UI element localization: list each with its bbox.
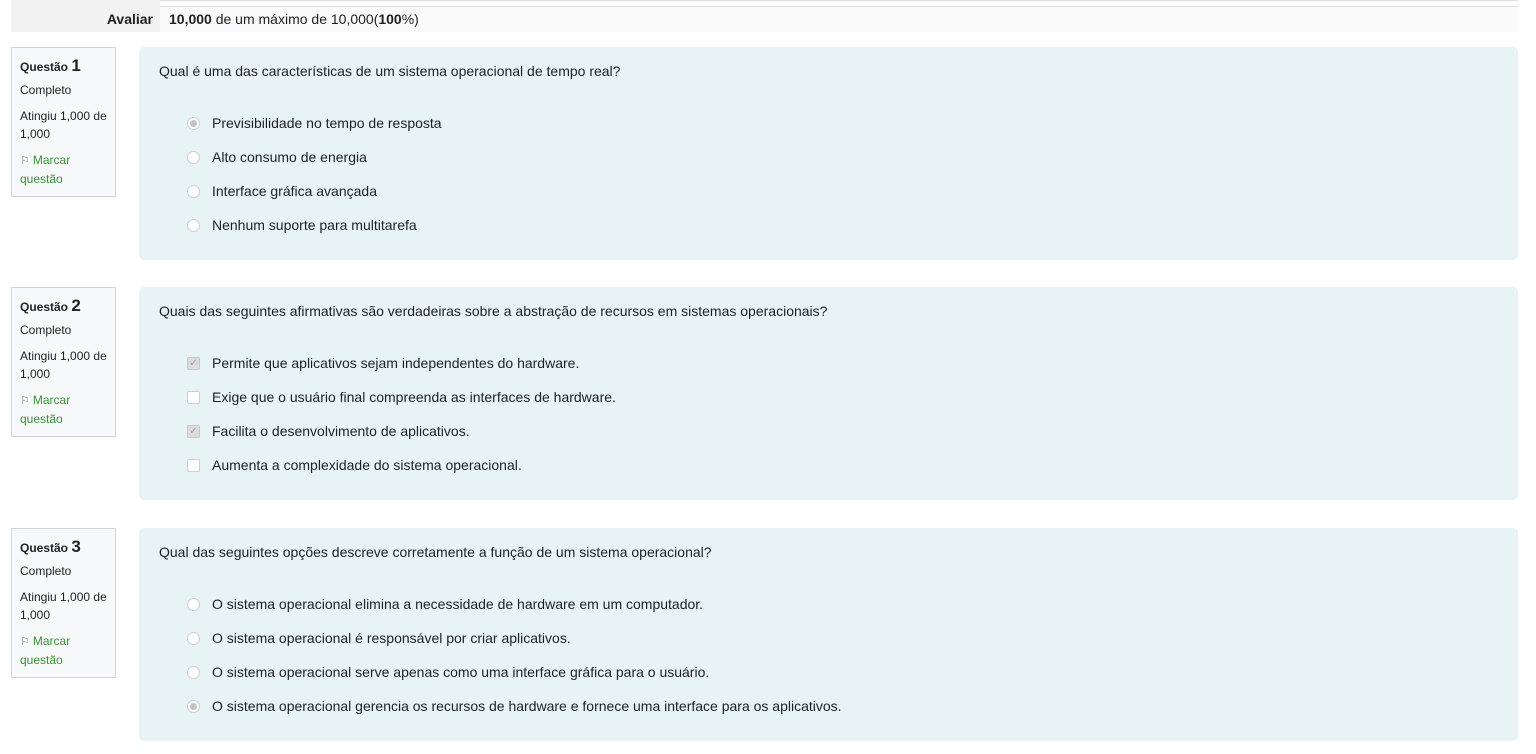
question-number-value: 3 bbox=[71, 537, 81, 556]
grade-label: Avaliar bbox=[11, 7, 160, 32]
answer-option-label: Exige que o usuário final compreenda as … bbox=[212, 389, 616, 405]
answer-option-label: O sistema operacional gerencia os recurs… bbox=[212, 698, 842, 714]
question-grade: Atingiu 1,000 de 1,000 bbox=[20, 590, 107, 622]
question-3-info: Questão 3 Completo Atingiu 1,000 de 1,00… bbox=[11, 528, 116, 678]
grade-value: 10,000 de um máximo de 10,000(100%) bbox=[160, 7, 1518, 32]
answer-option-label: Facilita o desenvolvimento de aplicativo… bbox=[212, 423, 470, 439]
question-1-info: Questão 1 Completo Atingiu 1,000 de 1,00… bbox=[11, 47, 116, 197]
answer-option-label: O sistema operacional elimina a necessid… bbox=[212, 596, 704, 612]
radio-button[interactable] bbox=[187, 218, 200, 232]
answer-option[interactable]: ✓ Facilita o desenvolvimento de aplicativ… bbox=[159, 414, 1498, 448]
question-state: Completo bbox=[20, 323, 72, 337]
grade-score: 10,000 bbox=[169, 11, 212, 27]
answer-option[interactable]: Aumenta a complexidade do sistema operac… bbox=[159, 448, 1498, 482]
radio-button[interactable] bbox=[187, 184, 200, 198]
checkbox[interactable] bbox=[187, 390, 200, 404]
question-grade: Atingiu 1,000 de 1,000 bbox=[20, 349, 107, 381]
radio-button[interactable] bbox=[187, 150, 200, 164]
answer-list: ✓ Permite que aplicativos sejam independe… bbox=[159, 346, 1498, 482]
question-number: Questão 3 bbox=[20, 537, 107, 558]
question-3-content: Qual das seguintes opções descreve corre… bbox=[139, 528, 1518, 741]
question-text: Qual é uma das características de um sis… bbox=[159, 63, 621, 79]
grade-percent-suffix: %) bbox=[401, 11, 419, 27]
question-2-info: Questão 2 Completo Atingiu 1,000 de 1,00… bbox=[11, 287, 116, 437]
answer-option[interactable]: Nenhum suporte para multitarefa bbox=[159, 208, 1498, 242]
flag-icon: ⚐ bbox=[20, 395, 30, 407]
answer-option-label: O sistema operacional serve apenas como … bbox=[212, 664, 710, 680]
radio-button[interactable] bbox=[187, 116, 200, 130]
question-1-content: Qual é uma das características de um sis… bbox=[139, 47, 1518, 260]
answer-option[interactable]: Interface gráfica avançada bbox=[159, 174, 1498, 208]
answer-option[interactable]: O sistema operacional elimina a necessid… bbox=[159, 587, 1498, 621]
question-text: Qual das seguintes opções descreve corre… bbox=[159, 544, 712, 560]
radio-button[interactable] bbox=[187, 699, 200, 713]
question-number-value: 1 bbox=[71, 56, 81, 75]
flag-icon: ⚐ bbox=[20, 155, 30, 167]
question-label: Questão bbox=[20, 60, 69, 74]
summary-previous-row bbox=[11, 0, 1518, 7]
summary-grade-row: Avaliar 10,000 de um máximo de 10,000(10… bbox=[11, 7, 1518, 32]
answer-list: Previsibilidade no tempo de resposta Alt… bbox=[159, 106, 1498, 242]
answer-option-label: Aumenta a complexidade do sistema operac… bbox=[212, 457, 522, 473]
answer-option-label: Interface gráfica avançada bbox=[212, 183, 377, 199]
answer-option-label: Alto consumo de energia bbox=[212, 149, 367, 165]
flag-icon: ⚐ bbox=[20, 636, 30, 648]
answer-option[interactable]: Exige que o usuário final compreenda as … bbox=[159, 380, 1498, 414]
answer-option[interactable]: O sistema operacional gerencia os recurs… bbox=[159, 689, 1498, 723]
flag-question-link[interactable]: ⚐ Marcar questão bbox=[20, 151, 107, 188]
answer-option[interactable]: Alto consumo de energia bbox=[159, 140, 1498, 174]
review-summary-table: Avaliar 10,000 de um máximo de 10,000(10… bbox=[11, 0, 1518, 32]
flag-question-link[interactable]: ⚐ Marcar questão bbox=[20, 632, 107, 669]
question-number: Questão 2 bbox=[20, 296, 107, 317]
radio-button[interactable] bbox=[187, 665, 200, 679]
question-label: Questão bbox=[20, 541, 69, 555]
question-grade: Atingiu 1,000 de 1,000 bbox=[20, 109, 107, 141]
question-2-content: Quais das seguintes afirmativas são verd… bbox=[139, 287, 1518, 500]
answer-option[interactable]: O sistema operacional serve apenas como … bbox=[159, 655, 1498, 689]
answer-option-label: Nenhum suporte para multitarefa bbox=[212, 217, 417, 233]
radio-button[interactable] bbox=[187, 597, 200, 611]
question-label: Questão bbox=[20, 300, 69, 314]
question-number-value: 2 bbox=[71, 296, 81, 315]
summary-previous-header bbox=[11, 0, 160, 7]
checkbox[interactable]: ✓ bbox=[187, 424, 200, 438]
flag-question-link[interactable]: ⚐ Marcar questão bbox=[20, 391, 107, 428]
answer-option[interactable]: Previsibilidade no tempo de resposta bbox=[159, 106, 1498, 140]
radio-button[interactable] bbox=[187, 631, 200, 645]
question-text: Quais das seguintes afirmativas são verd… bbox=[159, 303, 828, 319]
question-number: Questão 1 bbox=[20, 56, 107, 77]
answer-option[interactable]: ✓ Permite que aplicativos sejam independe… bbox=[159, 346, 1498, 380]
answer-option-label: Previsibilidade no tempo de resposta bbox=[212, 115, 442, 131]
answer-option-label: O sistema operacional é responsável por … bbox=[212, 630, 571, 646]
answer-option[interactable]: O sistema operacional é responsável por … bbox=[159, 621, 1498, 655]
checkbox[interactable] bbox=[187, 458, 200, 472]
question-state: Completo bbox=[20, 83, 72, 97]
answer-list: O sistema operacional elimina a necessid… bbox=[159, 587, 1498, 723]
checkbox[interactable]: ✓ bbox=[187, 356, 200, 370]
grade-percent: 100 bbox=[378, 11, 402, 27]
answer-option-label: Permite que aplicativos sejam independen… bbox=[212, 355, 580, 371]
question-state: Completo bbox=[20, 564, 72, 578]
grade-max-text: de um máximo de 10,000( bbox=[211, 11, 379, 27]
